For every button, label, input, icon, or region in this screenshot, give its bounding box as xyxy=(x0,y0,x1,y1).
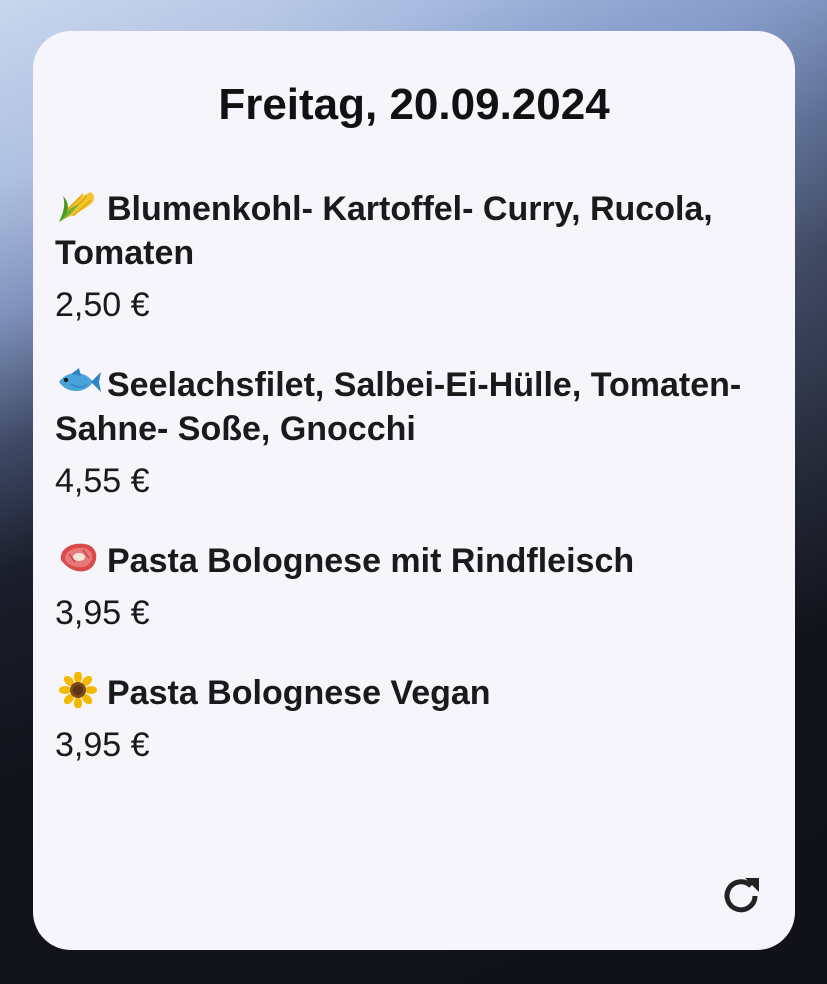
date-title: Freitag, 20.09.2024 xyxy=(218,80,610,129)
meal-price: 3,95 € xyxy=(55,594,150,632)
refresh-icon[interactable] xyxy=(717,872,765,920)
meal-name-row: Seelachsfilet, Salbei-Ei-Hülle, Tomaten-… xyxy=(55,363,773,451)
meal-name-row: Pasta Bolognese mit Rindfleisch xyxy=(55,539,773,583)
meal-price: 2,50 € xyxy=(55,286,150,324)
meal-item: Seelachsfilet, Salbei-Ei-Hülle, Tomaten-… xyxy=(55,363,773,503)
meal-name: Pasta Bolognese Vegan xyxy=(107,674,491,712)
meal-name-row: Blumenkohl- Kartoffel- Curry, Rucola, To… xyxy=(55,187,773,275)
meal-name: Seelachsfilet, Salbei-Ei-Hülle, Tomaten-… xyxy=(55,366,742,448)
meal-item: Pasta Bolognese mit Rindfleisch 3,95 € xyxy=(55,539,773,635)
meal-name: Blumenkohl- Kartoffel- Curry, Rucola, To… xyxy=(55,190,713,272)
corn-icon xyxy=(59,192,94,222)
fish-icon xyxy=(59,368,101,392)
meal-price: 3,95 € xyxy=(55,726,150,764)
meal-name: Pasta Bolognese mit Rindfleisch xyxy=(107,542,635,580)
steak-icon xyxy=(60,543,97,572)
menu-widget: Freitag, 20.09.2024 Blumenkohl- Kartoffe… xyxy=(33,31,795,950)
meal-item: Blumenkohl- Kartoffel- Curry, Rucola, To… xyxy=(55,187,773,327)
sunflower-icon xyxy=(59,672,97,708)
meal-item: Pasta Bolognese Vegan 3,95 € xyxy=(55,671,773,767)
meal-name-row: Pasta Bolognese Vegan xyxy=(55,671,773,715)
meal-price: 4,55 € xyxy=(55,462,150,500)
